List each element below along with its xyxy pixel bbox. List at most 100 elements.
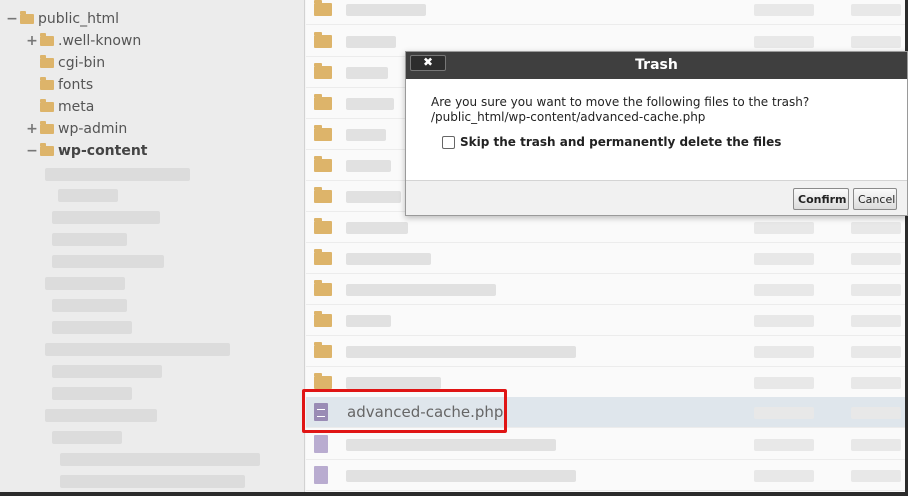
dialog-body: Are you sure you want to move the follow… [431, 95, 901, 149]
tree-item-public-html[interactable]: − public_html [6, 9, 119, 29]
folder-icon [40, 99, 54, 112]
blurred-date [851, 439, 901, 451]
confirm-button[interactable]: Confirm [793, 188, 849, 210]
tree-item-cgi-bin[interactable]: cgi-bin [26, 53, 105, 73]
tree-item-label: wp-admin [58, 121, 128, 137]
file-icon [314, 466, 328, 484]
blurred-tree-item [52, 387, 132, 400]
folder-icon [314, 280, 332, 296]
blurred-filename [346, 129, 386, 141]
blurred-filename [346, 160, 391, 172]
blurred-filename [346, 470, 576, 482]
blurred-date [851, 315, 901, 327]
close-icon: ✖ [422, 55, 434, 69]
blurred-filename [346, 284, 496, 296]
file-row[interactable] [306, 305, 905, 336]
file-row[interactable] [306, 429, 905, 460]
tree-item-label: fonts [58, 77, 94, 93]
blurred-filename [346, 377, 441, 389]
blurred-size [754, 222, 814, 234]
tree-item-wp-content[interactable]: − wp-content [26, 141, 148, 161]
folder-icon [40, 77, 54, 90]
blurred-filename [346, 4, 426, 16]
blurred-filename [346, 439, 556, 451]
blurred-tree-item [60, 453, 260, 466]
blurred-date [851, 377, 901, 389]
file-row[interactable] [306, 0, 905, 25]
collapse-toggle[interactable]: − [6, 11, 18, 27]
expand-toggle[interactable]: + [26, 33, 38, 49]
blurred-filename [346, 191, 401, 203]
blurred-date [851, 222, 901, 234]
blurred-date [851, 36, 901, 48]
blurred-size [754, 377, 814, 389]
blurred-filename [346, 315, 391, 327]
folder-icon [40, 33, 54, 46]
close-button[interactable]: ✖ [410, 55, 446, 71]
file-row[interactable] [306, 243, 905, 274]
collapse-toggle[interactable]: − [26, 143, 38, 159]
skip-trash-label: Skip the trash and permanently delete th… [460, 135, 782, 149]
folder-icon [314, 187, 332, 203]
blurred-tree-item [45, 277, 125, 290]
skip-trash-checkbox[interactable] [442, 135, 455, 149]
blurred-size [754, 407, 814, 419]
tree-item-label: cgi-bin [58, 55, 106, 71]
blurred-tree-item [60, 475, 245, 488]
blurred-size [754, 439, 814, 451]
file-row[interactable] [306, 460, 905, 491]
blurred-filename [346, 98, 394, 110]
blurred-size [754, 346, 814, 358]
blurred-tree-item [45, 409, 157, 422]
expand-toggle[interactable]: + [26, 121, 38, 137]
file-path: /public_html/wp-content/advanced-cache.p… [431, 110, 706, 124]
folder-icon [314, 32, 332, 48]
blurred-size [754, 36, 814, 48]
blurred-date [851, 407, 901, 419]
folder-icon [314, 0, 332, 16]
highlight-box [302, 389, 507, 433]
blurred-date [851, 470, 901, 482]
folder-icon [314, 63, 332, 79]
blurred-size [754, 470, 814, 482]
file-row[interactable] [306, 274, 905, 305]
blurred-size [754, 315, 814, 327]
tree-item-wp-admin[interactable]: + wp-admin [26, 119, 127, 139]
folder-icon [20, 11, 34, 24]
blurred-filename [346, 67, 388, 79]
blurred-tree-item [45, 168, 190, 181]
folder-icon [314, 218, 332, 234]
blurred-date [851, 253, 901, 265]
tree-item-label: wp-content [58, 143, 148, 159]
confirm-message: Are you sure you want to move the follow… [431, 95, 810, 109]
file-row[interactable] [306, 212, 905, 243]
blurred-filename [346, 222, 408, 234]
blurred-tree-item [52, 211, 160, 224]
folder-icon [314, 342, 332, 358]
directory-tree: − public_html + .well-known cgi-bin font… [0, 0, 305, 492]
tree-item-well-known[interactable]: + .well-known [26, 31, 141, 51]
blurred-tree-item [52, 431, 122, 444]
tree-item-meta[interactable]: meta [26, 97, 94, 117]
folder-icon [314, 249, 332, 265]
blurred-filename [346, 253, 431, 265]
folder-icon [314, 94, 332, 110]
cancel-button[interactable]: Cancel [853, 188, 897, 210]
skip-trash-option[interactable]: Skip the trash and permanently delete th… [442, 135, 781, 149]
tree-item-label: meta [58, 99, 95, 115]
blurred-size [754, 284, 814, 296]
folder-icon [314, 156, 332, 172]
tree-item-fonts[interactable]: fonts [26, 75, 93, 95]
folder-icon [314, 311, 332, 327]
folder-icon [40, 55, 54, 68]
blurred-tree-item [52, 321, 132, 334]
blurred-tree-item [52, 233, 127, 246]
blurred-filename [346, 346, 576, 358]
tree-item-label: .well-known [58, 33, 142, 49]
blurred-size [754, 4, 814, 16]
dialog-header: Trash ✖ [406, 52, 907, 79]
folder-icon [40, 121, 54, 134]
file-row[interactable] [306, 336, 905, 367]
blurred-tree-item [52, 255, 164, 268]
blurred-date [851, 346, 901, 358]
